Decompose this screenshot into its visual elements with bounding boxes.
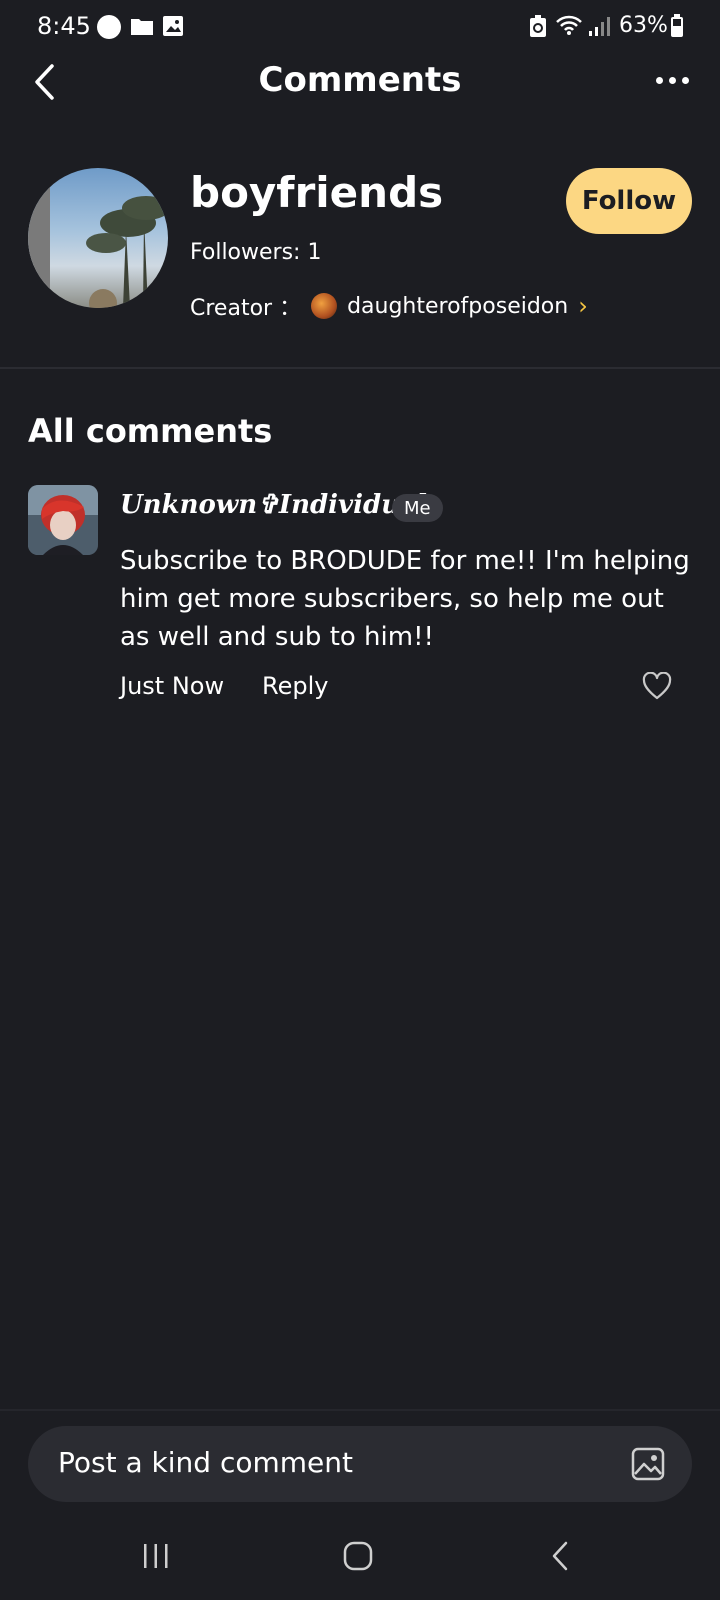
wifi-icon: [555, 14, 583, 40]
back-icon: [550, 1540, 570, 1576]
heart-outline-icon: [642, 671, 672, 704]
battery-icon: [670, 14, 684, 42]
comment-timestamp: Just Now: [120, 672, 225, 700]
more-dots-icon: [681, 76, 689, 84]
divider: [0, 367, 720, 369]
creator-avatar: [311, 293, 338, 319]
chevron-right-icon: ›: [578, 292, 588, 320]
more-dots-icon: [668, 76, 676, 84]
recent-apps-icon: [141, 1542, 171, 1574]
comment-author-avatar[interactable]: [28, 485, 98, 555]
more-options-button[interactable]: [650, 66, 694, 94]
section-title: All comments: [28, 412, 273, 450]
status-bar: 8:45 63%: [0, 0, 720, 56]
me-badge: Me: [392, 494, 443, 522]
circle-icon: [96, 14, 122, 44]
home-icon: [343, 1541, 373, 1575]
reply-button[interactable]: Reply: [262, 672, 328, 700]
divider: [0, 1409, 720, 1411]
followers-count: Followers: 1: [190, 240, 322, 265]
creator-name[interactable]: daughterofposeidon: [347, 294, 568, 319]
creator-label: Creator ：: [190, 296, 302, 321]
comment-author-name[interactable]: Unknown✞Individual: [120, 490, 427, 520]
like-button[interactable]: [642, 671, 672, 704]
comment-text: Subscribe to BRODUDE for me!! I'm helpin…: [120, 546, 690, 652]
story-cover-image[interactable]: [28, 168, 168, 308]
more-dots-icon: [655, 76, 663, 84]
recycle-icon: [529, 14, 547, 42]
follow-button[interactable]: Follow: [566, 168, 692, 234]
creator-row[interactable]: Creator ： daughterofposeidon ›: [190, 290, 588, 322]
system-back-button[interactable]: [530, 1538, 590, 1578]
battery-percent: 63%: [619, 13, 668, 38]
folder-icon: [130, 16, 154, 40]
comment-input-placeholder: Post a kind comment: [58, 1446, 353, 1479]
comment-input[interactable]: Post a kind comment: [28, 1426, 692, 1502]
status-time: 8:45: [37, 12, 91, 40]
home-button[interactable]: [328, 1538, 388, 1578]
story-title[interactable]: boyfriends: [190, 168, 443, 217]
image-upload-icon[interactable]: [630, 1446, 666, 1482]
signal-icon: [588, 15, 612, 41]
recent-apps-button[interactable]: [126, 1538, 186, 1578]
page-title: Comments: [258, 60, 462, 100]
image-icon: [162, 15, 184, 41]
